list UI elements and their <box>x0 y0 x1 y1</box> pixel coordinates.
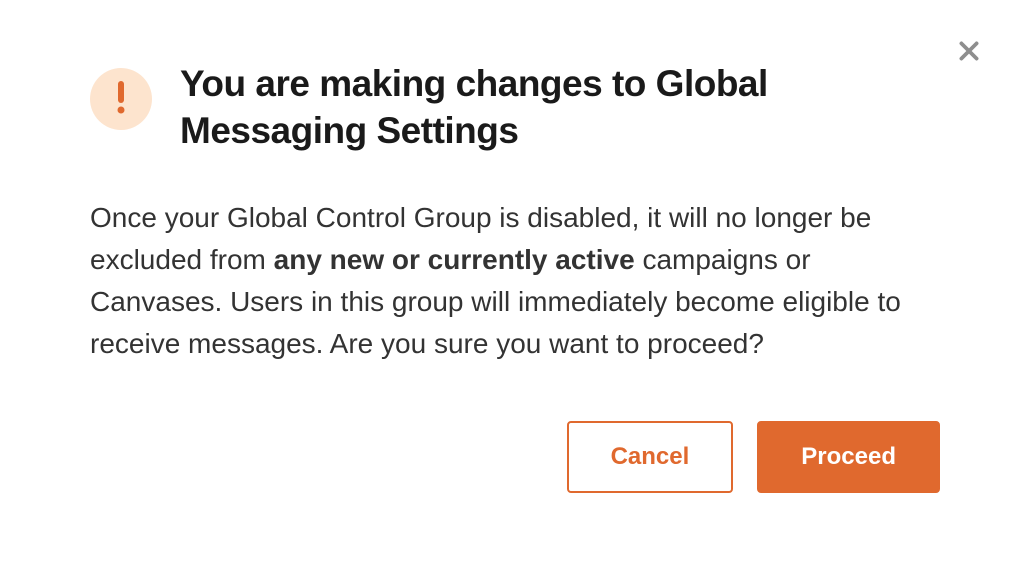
exclamation-icon <box>115 79 127 120</box>
modal-title: You are making changes to Global Messagi… <box>180 60 940 155</box>
modal-body: Once your Global Control Group is disabl… <box>90 197 940 365</box>
confirmation-modal: You are making changes to Global Messagi… <box>0 0 1030 553</box>
proceed-button[interactable]: Proceed <box>757 421 940 493</box>
cancel-button[interactable]: Cancel <box>567 421 734 493</box>
modal-actions: Cancel Proceed <box>90 421 940 493</box>
modal-header: You are making changes to Global Messagi… <box>90 60 940 155</box>
close-icon <box>956 38 982 69</box>
body-text-bold: any new or currently active <box>274 244 635 275</box>
warning-icon-circle <box>90 68 152 130</box>
close-button[interactable] <box>956 38 982 69</box>
